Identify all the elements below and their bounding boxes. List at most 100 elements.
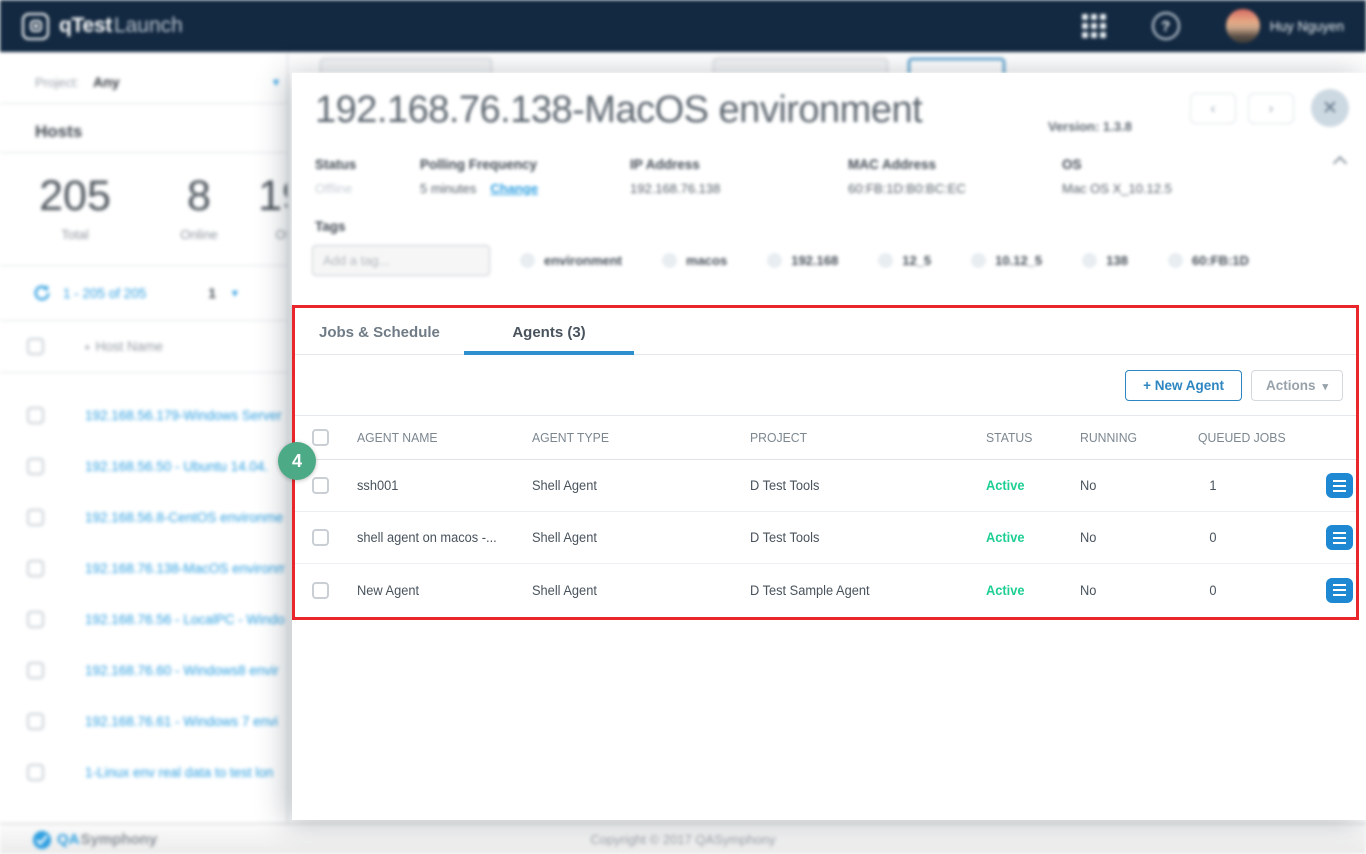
host-row: 192.168.56.179-Windows Server — [0, 390, 287, 441]
host-checkbox[interactable] — [27, 611, 44, 628]
host-checkbox[interactable] — [27, 407, 44, 424]
tag-chip: 192.168 — [767, 253, 838, 268]
host-detail-panel: 192.168.76.138-MacOS environment Version… — [292, 73, 1366, 820]
status-value: Offline — [315, 181, 420, 196]
hamburger-icon — [1333, 584, 1346, 596]
qtest-launch-logo[interactable]: qTestLaunch — [22, 13, 183, 40]
row-menu-button[interactable] — [1326, 578, 1353, 603]
page-footer: Copyright © 2017 QASymphony QA Symphony — [0, 823, 1366, 854]
collapse-chevron-icon[interactable] — [1334, 155, 1346, 167]
remove-tag-icon[interactable] — [1082, 253, 1097, 268]
remove-tag-icon[interactable] — [767, 253, 782, 268]
remove-tag-icon[interactable] — [520, 253, 535, 268]
tab-agents[interactable]: Agents (3) — [464, 308, 634, 355]
chevron-right-icon: › — [1269, 100, 1274, 117]
user-name[interactable]: Huy Nguyen — [1270, 19, 1344, 34]
host-link[interactable]: 192.168.56.8-CentOS environme — [85, 510, 285, 525]
host-stats: 205 Total 8 Online 197 Offline — [0, 167, 288, 263]
host-link[interactable]: 192.168.56.50 - Ubuntu 14.04. — [85, 459, 285, 474]
row-menu-button[interactable] — [1326, 473, 1353, 498]
agent-checkbox[interactable] — [312, 477, 329, 494]
refresh-icon[interactable] — [33, 284, 51, 302]
agent-queued-jobs: 0 — [1198, 583, 1312, 598]
stat-online: 8 Online — [150, 167, 248, 263]
project-select[interactable]: Project: Any ▾ — [35, 62, 287, 102]
agent-status: Active — [986, 530, 1075, 545]
host-checkbox[interactable] — [27, 713, 44, 730]
col-queued-jobs: QUEUED JOBS — [1198, 430, 1311, 445]
host-link[interactable]: 1-Linux env real data to test lon — [85, 765, 285, 780]
prev-host-button[interactable]: ‹ — [1190, 93, 1236, 124]
host-checkbox[interactable] — [27, 764, 44, 781]
agent-status: Active — [986, 583, 1075, 598]
mac-value: 60:FB:1D:B0:BC:EC — [848, 181, 1062, 196]
agent-checkbox[interactable] — [312, 582, 329, 599]
select-all-agents-checkbox[interactable] — [312, 429, 329, 446]
project-label: Project: — [35, 75, 79, 90]
host-row: 192.168.76.60 - Windows8 envir — [0, 645, 287, 696]
page-select-caret-icon[interactable]: ▾ — [232, 286, 238, 300]
host-link[interactable]: 192.168.76.138-MacOS environm — [85, 561, 285, 576]
next-host-button[interactable]: › — [1248, 93, 1294, 124]
new-agent-button[interactable]: + New Agent — [1125, 370, 1242, 401]
logo-text-qtest: qTest — [59, 14, 112, 37]
host-link[interactable]: 192.168.76.61 - Windows 7 envi — [85, 714, 285, 729]
agent-row: ssh001 Shell Agent D Test Tools Active N… — [295, 460, 1356, 512]
agent-row: New Agent Shell Agent D Test Sample Agen… — [295, 564, 1356, 616]
tags-label: Tags — [315, 219, 346, 234]
agent-checkbox[interactable] — [312, 529, 329, 546]
host-link[interactable]: 192.168.56.179-Windows Server — [85, 408, 285, 423]
panel-title: 192.168.76.138-MacOS environment — [315, 89, 922, 132]
host-checkbox[interactable] — [27, 560, 44, 577]
hosts-section-title: Hosts — [35, 110, 82, 154]
sort-asc-icon: ▴ — [85, 341, 90, 352]
host-checkbox[interactable] — [27, 458, 44, 475]
qtest-logo-icon — [22, 13, 49, 40]
row-menu-button[interactable] — [1326, 525, 1353, 550]
close-button[interactable]: ✕ — [1311, 89, 1349, 127]
host-link[interactable]: 192.168.76.60 - Windows8 envir — [85, 663, 285, 678]
qtest-launch-screen: qTestLaunch ? Huy Nguyen Project: Any ▾ … — [0, 0, 1366, 854]
field-polling-frequency: Polling Frequency 5 minutesChange — [420, 157, 630, 196]
select-all-hosts-checkbox[interactable] — [27, 338, 44, 355]
detail-tabs: Jobs & Schedule Agents (3) — [295, 308, 1356, 355]
col-agent-name: AGENT NAME — [357, 430, 522, 445]
remove-tag-icon[interactable] — [878, 253, 893, 268]
tab-jobs-schedule[interactable]: Jobs & Schedule — [319, 308, 440, 355]
field-os: OS Mac OS X_10.12.5 — [1062, 157, 1172, 196]
topbar-right: ? Huy Nguyen — [1082, 9, 1344, 43]
agents-table-header: AGENT NAME AGENT TYPE PROJECT STATUS RUN… — [295, 416, 1356, 460]
host-fields: Status Offline Polling Frequency 5 minut… — [315, 157, 1172, 196]
host-link[interactable]: 192.168.76.56 - LocalPC - Windo — [85, 612, 285, 627]
agent-row: shell agent on macos -... Shell Agent D … — [295, 512, 1356, 564]
close-icon: ✕ — [1322, 98, 1338, 119]
qasymphony-logo-icon — [32, 830, 52, 850]
qasymphony-logo: QA Symphony — [32, 824, 157, 854]
field-status: Status Offline — [315, 157, 420, 196]
remove-tag-icon[interactable] — [662, 253, 677, 268]
host-checkbox[interactable] — [27, 509, 44, 526]
host-name-column-header[interactable]: Host Name — [96, 339, 164, 354]
col-status: STATUS — [986, 430, 1074, 445]
apps-grid-icon[interactable] — [1082, 14, 1106, 38]
tag-chip: 12_5 — [878, 253, 931, 268]
page-number: 1 — [208, 286, 216, 301]
tag-input[interactable] — [312, 245, 490, 276]
host-list: 192.168.56.179-Windows Server 192.168.56… — [0, 372, 287, 798]
caret-down-icon: ▾ — [273, 75, 279, 89]
host-table-header: ▴ Host Name — [0, 321, 287, 372]
agent-queued-jobs: 1 — [1198, 478, 1312, 493]
col-project: PROJECT — [750, 430, 972, 445]
avatar[interactable] — [1226, 9, 1260, 43]
help-icon[interactable]: ? — [1152, 12, 1180, 40]
change-link[interactable]: Change — [490, 181, 538, 196]
agent-name: shell agent on macos -... — [357, 530, 523, 545]
remove-tag-icon[interactable] — [1168, 253, 1183, 268]
actions-button[interactable]: Actions▾ — [1251, 370, 1343, 401]
agent-type: Shell Agent — [532, 530, 739, 545]
remove-tag-icon[interactable] — [971, 253, 986, 268]
host-checkbox[interactable] — [27, 662, 44, 679]
topbar: qTestLaunch ? Huy Nguyen — [0, 0, 1366, 52]
host-row: 192.168.76.61 - Windows 7 envi — [0, 696, 287, 747]
project-value: Any — [93, 74, 119, 90]
